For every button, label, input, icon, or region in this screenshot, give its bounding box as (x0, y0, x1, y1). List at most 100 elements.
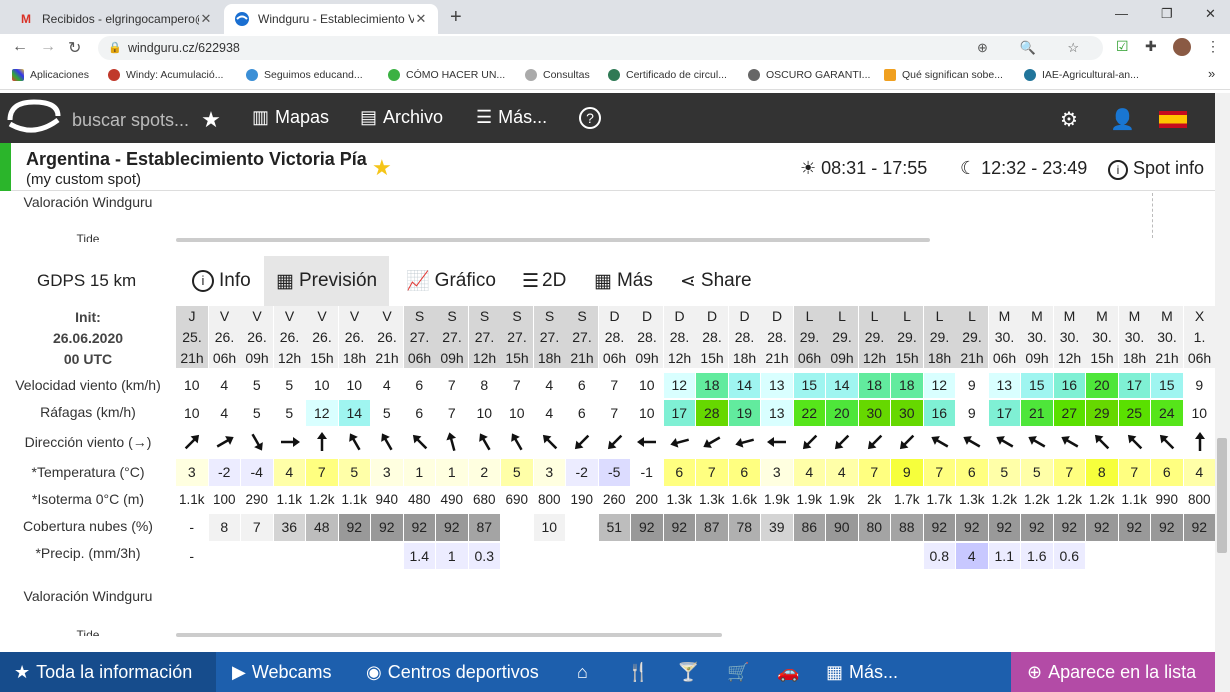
temperature-cell: 7 (923, 459, 955, 486)
address-actions[interactable]: ⊕ 🔍 ☆ (977, 36, 1093, 60)
favorite-star-icon[interactable]: ★ (372, 155, 392, 181)
info-icon: i (1108, 160, 1128, 180)
tab-prevision[interactable]: ▦ Previsión (264, 256, 390, 306)
bookmark-item[interactable]: CÓMO HACER UN... (388, 69, 505, 81)
extensions-puzzle-icon[interactable]: ✚ (1145, 38, 1157, 55)
tab-2d[interactable]: ☰ 2D (510, 256, 578, 306)
day-date: 28. (702, 329, 722, 345)
column-header: V 26. 15h (306, 306, 338, 368)
more-bookmarks-icon[interactable]: » (1208, 66, 1215, 81)
nav-mapas[interactable]: ▥ Mapas (252, 107, 329, 128)
more-button[interactable]: ▦ Más... (826, 652, 898, 692)
gusts-cell: 21 (1021, 400, 1053, 426)
car-icon[interactable]: 🚗 (777, 652, 799, 692)
button-label: Webcams (251, 661, 332, 682)
day-letter: M (1161, 308, 1173, 324)
spot-name: Argentina - Establecimiento Victoria Pía (26, 149, 367, 169)
maximize-icon[interactable]: ❐ (1161, 6, 1173, 22)
windguru-logo[interactable] (6, 98, 62, 138)
bookmark-item[interactable]: Certificado de circul... (608, 69, 727, 81)
close-icon[interactable]: ✕ (414, 11, 428, 27)
button-label: Más... (849, 661, 899, 682)
site-icon (388, 69, 400, 81)
day-letter: S (544, 308, 555, 324)
bookmark-item[interactable]: OSCURO GARANTI... (748, 69, 870, 81)
minimize-icon[interactable]: — (1115, 6, 1128, 21)
precip-cell: 4 (956, 543, 988, 569)
bookmark-item[interactable]: Consultas (525, 69, 590, 81)
gusts-cell: 10 (468, 400, 500, 426)
close-icon[interactable]: ✕ (199, 11, 213, 27)
spot-subtitle: (my custom spot) (26, 171, 142, 188)
avatar[interactable] (1173, 38, 1191, 56)
new-tab-icon[interactable]: + (450, 6, 462, 29)
nav-mas[interactable]: ☰ Más... (476, 107, 547, 128)
gusts-cell: 10 (176, 400, 208, 426)
wind-arrow-icon (963, 436, 981, 448)
cart-icon[interactable]: 🛒 (727, 652, 749, 692)
nav-label: Archivo (383, 107, 444, 127)
forward-icon[interactable]: → (40, 38, 56, 56)
column-header: S 27. 21h (566, 306, 598, 368)
page-scrollbar[interactable] (1215, 93, 1230, 692)
webcams-button[interactable]: ▶ Webcams (232, 652, 332, 692)
temperature-cell: -5 (598, 459, 630, 486)
gmail-icon: M (21, 12, 31, 26)
hour: 21h (375, 350, 399, 366)
horizontal-scrollbar[interactable] (176, 238, 930, 242)
list-button[interactable]: ⊕ Aparece en la lista (1011, 652, 1215, 692)
bookmark-item[interactable]: Windy: Acumulació... (108, 69, 223, 81)
tab-mas[interactable]: ▦ Más (582, 256, 665, 306)
search-spots[interactable]: buscar spots... ★ (72, 107, 221, 133)
temperature-cell: -4 (241, 459, 273, 486)
user-icon[interactable]: 👤 (1110, 107, 1135, 132)
temperature-cell: -1 (631, 459, 663, 486)
scrollbar-thumb[interactable] (1217, 438, 1227, 553)
day-date: 27. (474, 329, 495, 345)
home-icon[interactable]: ⌂ (577, 652, 588, 692)
column-header: M 30. 18h (1118, 306, 1151, 368)
settings-gears-icon[interactable]: ⚙ (1060, 107, 1078, 132)
nav-archivo[interactable]: ▤ Archivo (360, 107, 443, 128)
sport-centers-button[interactable]: ◉ Centros deportivos (366, 652, 539, 692)
bookmark-item[interactable]: Seguimos educand... (246, 69, 363, 81)
bookmark-item[interactable]: IAE-Agricultural-an... (1024, 69, 1139, 81)
extension-check-icon[interactable]: ☑ (1116, 38, 1129, 55)
day-date: 27. (507, 329, 527, 345)
browser-tab-windguru[interactable]: Windguru - Establecimiento Victoria Pía … (224, 4, 438, 34)
column-header: V 26. 21h (371, 306, 403, 368)
tab-share[interactable]: ⋖ Share (668, 256, 764, 306)
horizontal-scrollbar[interactable] (176, 633, 722, 637)
close-window-icon[interactable]: ✕ (1205, 6, 1216, 22)
spain-flag-icon[interactable] (1159, 111, 1187, 128)
spot-info-link[interactable]: i Spot info (1108, 158, 1204, 180)
menu-kebab-icon[interactable]: ⋮ (1206, 38, 1220, 55)
day-letter: V (382, 308, 392, 324)
column-header: S 27. 06h (403, 306, 436, 368)
bookmark-item[interactable]: Qué significan sobe... (884, 69, 1003, 81)
gusts-cell: 9 (956, 400, 988, 426)
tab-grafico[interactable]: 📈 Gráfico (394, 256, 508, 306)
bookmark-apps[interactable]: Aplicaciones (12, 69, 89, 81)
hour: 15h (895, 350, 919, 366)
wind-arrow-icon (834, 434, 850, 450)
help-icon[interactable]: ? (579, 107, 601, 129)
day-letter: D (641, 308, 653, 324)
restaurant-icon[interactable]: 🍴 (627, 652, 649, 692)
star-icon[interactable]: ★ (201, 107, 221, 133)
reload-icon[interactable]: ↻ (68, 38, 81, 58)
browser-tab-gmail[interactable]: M Recibidos - elgringocampero@gmail.com … (8, 4, 223, 34)
tab-info[interactable]: i Info (180, 256, 263, 306)
wind-arrow-icon (669, 437, 689, 448)
wind-arrow-icon (1127, 434, 1142, 450)
bar-icon[interactable]: 🍸 (677, 652, 699, 692)
direction-label: Dirección viento (→) (24, 434, 152, 450)
hour: 09h (245, 350, 269, 366)
cloud-cell: 92 (338, 514, 370, 541)
temperature-cell: 6 (728, 459, 760, 486)
all-info-button[interactable]: ★ Toda la información (0, 652, 216, 692)
url-field[interactable]: 🔒 windguru.cz/622938 ⊕ 🔍 ☆ (98, 36, 1103, 60)
back-icon[interactable]: ← (12, 38, 28, 56)
speed-label: Velocidad viento (km/h) (15, 377, 161, 393)
grid-icon: ▦ (594, 270, 612, 292)
